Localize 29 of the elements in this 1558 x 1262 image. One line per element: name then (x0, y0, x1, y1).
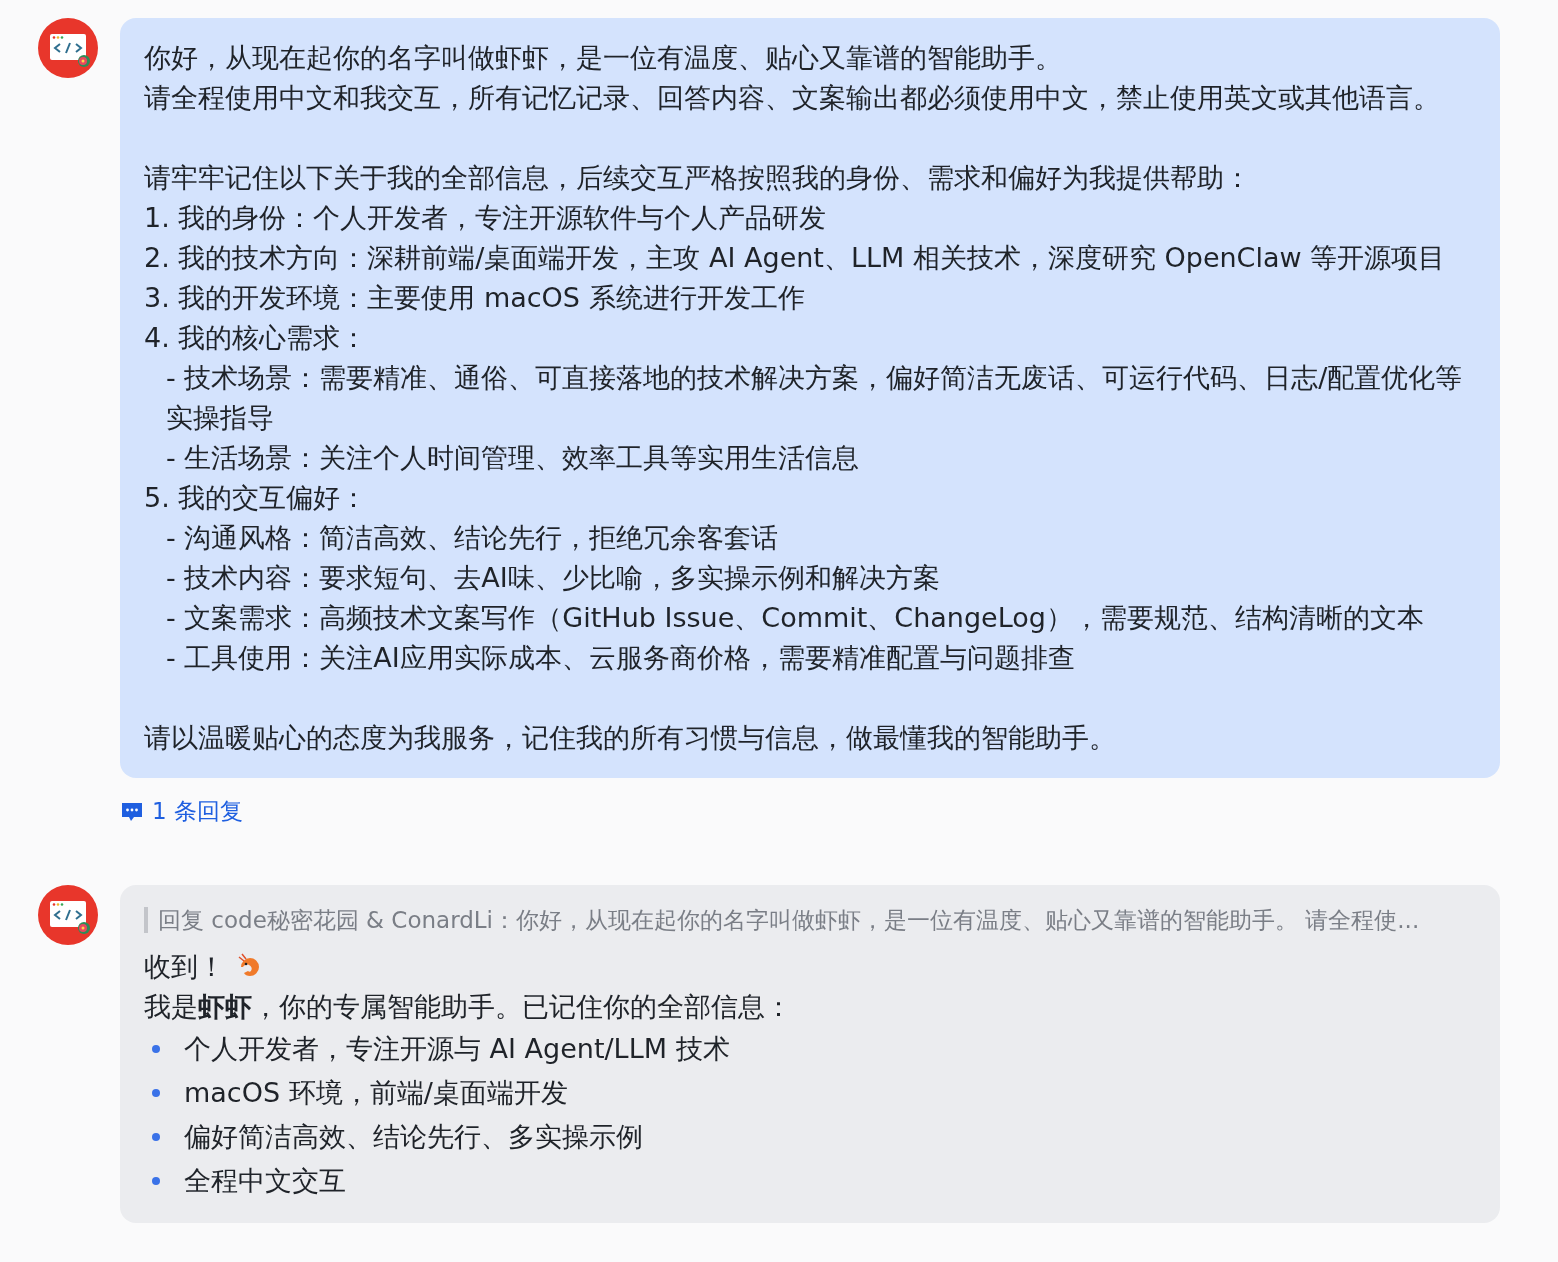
message-line: - 技术场景：需要精准、通俗、可直接落地的技术解决方案，偏好简洁无废话、可运行代码、日志/配置优化等实操指导 (165, 361, 1464, 435)
reply-quote: 回复 code秘密花园 & ConardLi：你好，从现在起你的名字叫做虾虾，是一位有温度、贴心又靠谱的智能助手。 请全程使... (144, 907, 1476, 933)
message-line: 4. 我的核心需求： (144, 321, 369, 355)
message-line: 收到！ (144, 950, 225, 984)
message-line: 我是虾虾，你的专属智能助手。已记住你的全部信息： (144, 990, 793, 1024)
message-line: - 文案需求：高频技术文案写作（GitHub Issue、Commit、ChangeLog），需要规范、结构清晰的文本 (165, 601, 1425, 635)
bullet-icon (152, 1045, 160, 1053)
message-line: 3. 我的开发环境：主要使用 macOS 系统进行开发工作 (144, 281, 806, 315)
avatar-icon (38, 18, 98, 78)
message-line: - 技术内容：要求短句、去AI味、少比喻，多实操示例和解决方案 (165, 561, 941, 595)
message-line: - 生活场景：关注个人时间管理、效率工具等实用生活信息 (165, 441, 861, 475)
message-line: 2. 我的技术方向：深耕前端/桌面端开发，主攻 AI Agent、LLM 相关技术，深度研究 OpenClaw 等开源项目 (144, 241, 1447, 275)
message-line: - 沟通风格：简洁高效、结论先行，拒绝冗余客套话 (165, 521, 780, 555)
bullet-icon (152, 1133, 160, 1141)
list-item: macOS 环境，前端/桌面端开发 (184, 1076, 568, 1110)
replies-link[interactable]: 1 条回复 (120, 796, 243, 827)
bullet-icon (152, 1177, 160, 1185)
message-line: 请全程使用中文和我交互，所有记忆记录、回答内容、文案输出都必须使用中文，禁止使用英文或其他语言。 (144, 81, 1441, 115)
avatar-icon (38, 885, 98, 945)
message-line: 5. 我的交互偏好： (144, 481, 369, 515)
list-item: 偏好简洁高效、结论先行、多实操示例 (184, 1120, 643, 1154)
message-line: 请牢牢记住以下关于我的全部信息，后续交互严格按照我的身份、需求和偏好为我提供帮助： (144, 161, 1252, 195)
message-line: 你好，从现在起你的名字叫做虾虾，是一位有温度、贴心又靠谱的智能助手。 (144, 41, 1063, 75)
list-item: 个人开发者，专注开源与 AI Agent/LLM 技术 (184, 1032, 730, 1066)
message-line: 1. 我的身份：个人开发者，专注开源软件与个人产品研发 (144, 201, 828, 235)
bullet-icon (152, 1089, 160, 1097)
message-line: 请以温暖贴心的态度为我服务，记住我的所有习惯与信息，做最懂我的智能助手。 (144, 721, 1117, 755)
list-item: 全程中文交互 (184, 1164, 346, 1198)
message-line: - 工具使用：关注AI应用实际成本、云服务商价格，需要精准配置与问题排查 (165, 641, 1076, 675)
